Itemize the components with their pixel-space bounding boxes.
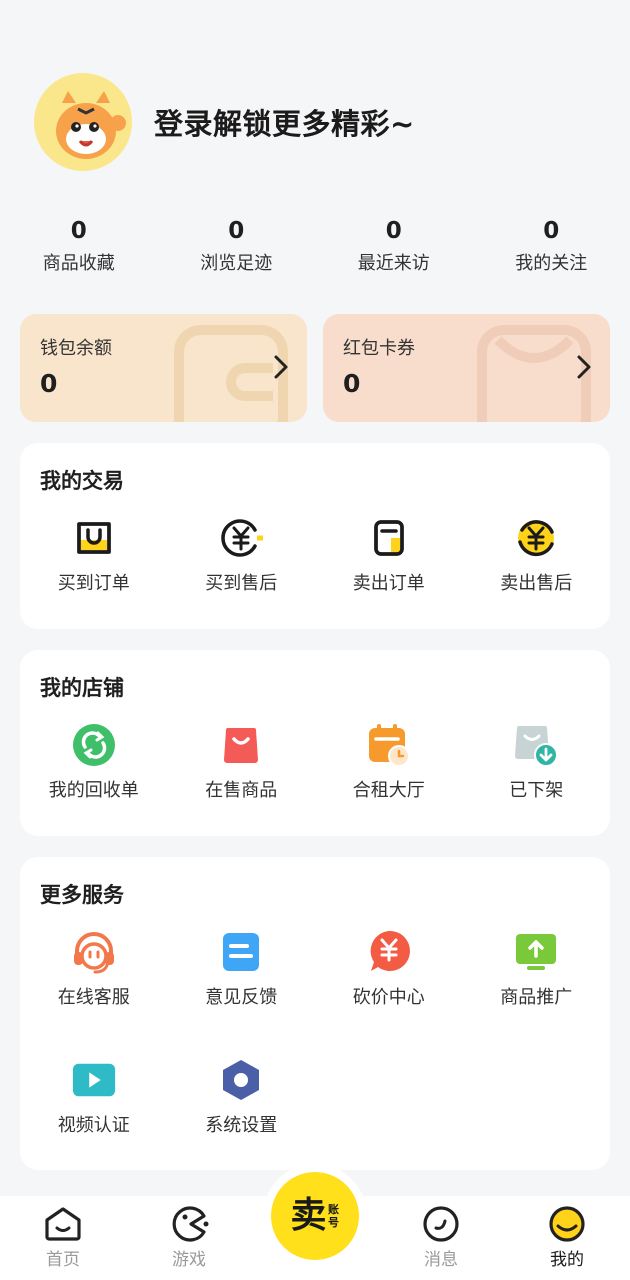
stat-recent-visitors[interactable]: 0 最近来访	[315, 215, 473, 277]
message-icon	[423, 1206, 459, 1242]
download-bag-icon	[513, 722, 559, 768]
wallet-row: 钱包余额 0 红包卡券 0	[20, 314, 610, 422]
bag-icon	[218, 722, 264, 768]
grid-item-label: 系统设置	[205, 1115, 278, 1136]
nav-mine[interactable]: 我的	[504, 1196, 630, 1272]
promote-icon	[513, 929, 559, 975]
sold-aftersale-icon	[513, 515, 559, 561]
grid-item-label: 买到订单	[57, 573, 130, 594]
my-trades-section: 我的交易 买到订单 买到售后 卖出订单 卖出售后	[20, 443, 610, 629]
chevron-right-icon	[577, 355, 591, 379]
grid-item-label: 视频认证	[57, 1115, 130, 1136]
nav-label: 我的	[550, 1250, 584, 1270]
grid-item-label: 意见反馈	[205, 987, 278, 1008]
games-icon	[172, 1206, 209, 1242]
sell-account-button[interactable]: 卖 账号	[271, 1172, 359, 1260]
stat-value: 0	[385, 218, 402, 244]
sell-main-label: 卖	[290, 1195, 327, 1236]
home-icon	[45, 1207, 81, 1241]
video-verification-item[interactable]: 视频认证	[20, 1057, 168, 1185]
grid-item-label: 合租大厅	[352, 780, 425, 801]
feedback-item[interactable]: 意见反馈	[168, 929, 316, 1057]
stat-label: 商品收藏	[42, 253, 115, 274]
sell-sub-label: 账号	[328, 1203, 339, 1229]
sold-orders-item[interactable]: 卖出订单	[315, 515, 463, 623]
bought-order-icon	[71, 515, 117, 561]
stat-label: 最近来访	[357, 253, 430, 274]
tiger-avatar[interactable]	[34, 73, 132, 171]
feedback-icon	[218, 929, 264, 975]
stat-value: 0	[543, 218, 560, 244]
stat-favorites[interactable]: 0 商品收藏	[0, 215, 158, 277]
bought-orders-item[interactable]: 买到订单	[20, 515, 168, 623]
on-sale-item[interactable]: 在售商品	[168, 722, 316, 830]
system-settings-item[interactable]: 系统设置	[168, 1057, 316, 1185]
grid-item-label: 卖出售后	[500, 573, 573, 594]
stat-value: 0	[70, 218, 87, 244]
video-icon	[71, 1057, 117, 1103]
profile-smile-icon	[549, 1206, 585, 1242]
sell-account-button-wrap: 卖 账号	[263, 1164, 367, 1268]
headset-icon	[71, 929, 117, 975]
stat-label: 我的关注	[515, 253, 588, 274]
section-title: 我的交易	[40, 469, 124, 493]
nav-label: 游戏	[172, 1250, 206, 1270]
promotion-item[interactable]: 商品推广	[463, 929, 611, 1057]
nav-label: 消息	[424, 1250, 458, 1270]
stat-label: 浏览足迹	[200, 253, 273, 274]
grid-item-label: 砍价中心	[352, 987, 425, 1008]
chevron-right-icon	[274, 355, 288, 379]
stat-following[interactable]: 0 我的关注	[473, 215, 630, 277]
login-prompt[interactable]: 登录解锁更多精彩~	[154, 101, 415, 143]
stat-value: 0	[228, 218, 245, 244]
nav-games[interactable]: 游戏	[126, 1196, 252, 1272]
yuan-tag-icon	[366, 929, 412, 975]
nav-messages[interactable]: 消息	[378, 1196, 504, 1272]
bargain-center-item[interactable]: 砍价中心	[315, 929, 463, 1057]
grid-item-label: 卖出订单	[352, 573, 425, 594]
grid-item-label: 在线客服	[57, 987, 130, 1008]
grid-item-label: 在售商品	[205, 780, 278, 801]
shared-rental-item[interactable]: 合租大厅	[315, 722, 463, 830]
section-title: 我的店铺	[40, 676, 124, 700]
delisted-item[interactable]: 已下架	[463, 722, 611, 830]
section-title: 更多服务	[40, 883, 124, 907]
profile-header[interactable]: 登录解锁更多精彩~	[34, 72, 415, 172]
stats-row: 0 商品收藏 0 浏览足迹 0 最近来访 0 我的关注	[0, 215, 630, 277]
grid-item-label: 商品推广	[500, 987, 573, 1008]
recycle-orders-item[interactable]: 我的回收单	[20, 722, 168, 830]
my-shop-section: 我的店铺 我的回收单 在售商品 合租大厅 已下架	[20, 650, 610, 836]
nav-home[interactable]: 首页	[0, 1196, 126, 1272]
grid-item-label: 已下架	[509, 780, 564, 801]
wallet-balance-card[interactable]: 钱包余额 0	[20, 314, 307, 422]
settings-icon	[218, 1057, 264, 1103]
more-services-section: 更多服务 在线客服 意见反馈 砍价中心 商品推广 视频认证 系统设置	[20, 857, 610, 1170]
coupons-card[interactable]: 红包卡券 0	[323, 314, 610, 422]
grid-item-label: 买到售后	[205, 573, 278, 594]
grid-item-label: 我的回收单	[48, 780, 139, 801]
online-support-item[interactable]: 在线客服	[20, 929, 168, 1057]
sold-order-icon	[366, 515, 412, 561]
bought-aftersale-item[interactable]: 买到售后	[168, 515, 316, 623]
recycle-icon	[71, 722, 117, 768]
stat-history[interactable]: 0 浏览足迹	[158, 215, 316, 277]
nav-label: 首页	[46, 1250, 80, 1270]
calendar-clock-icon	[366, 722, 412, 768]
sold-aftersale-item[interactable]: 卖出售后	[463, 515, 611, 623]
bought-aftersale-icon	[218, 515, 264, 561]
